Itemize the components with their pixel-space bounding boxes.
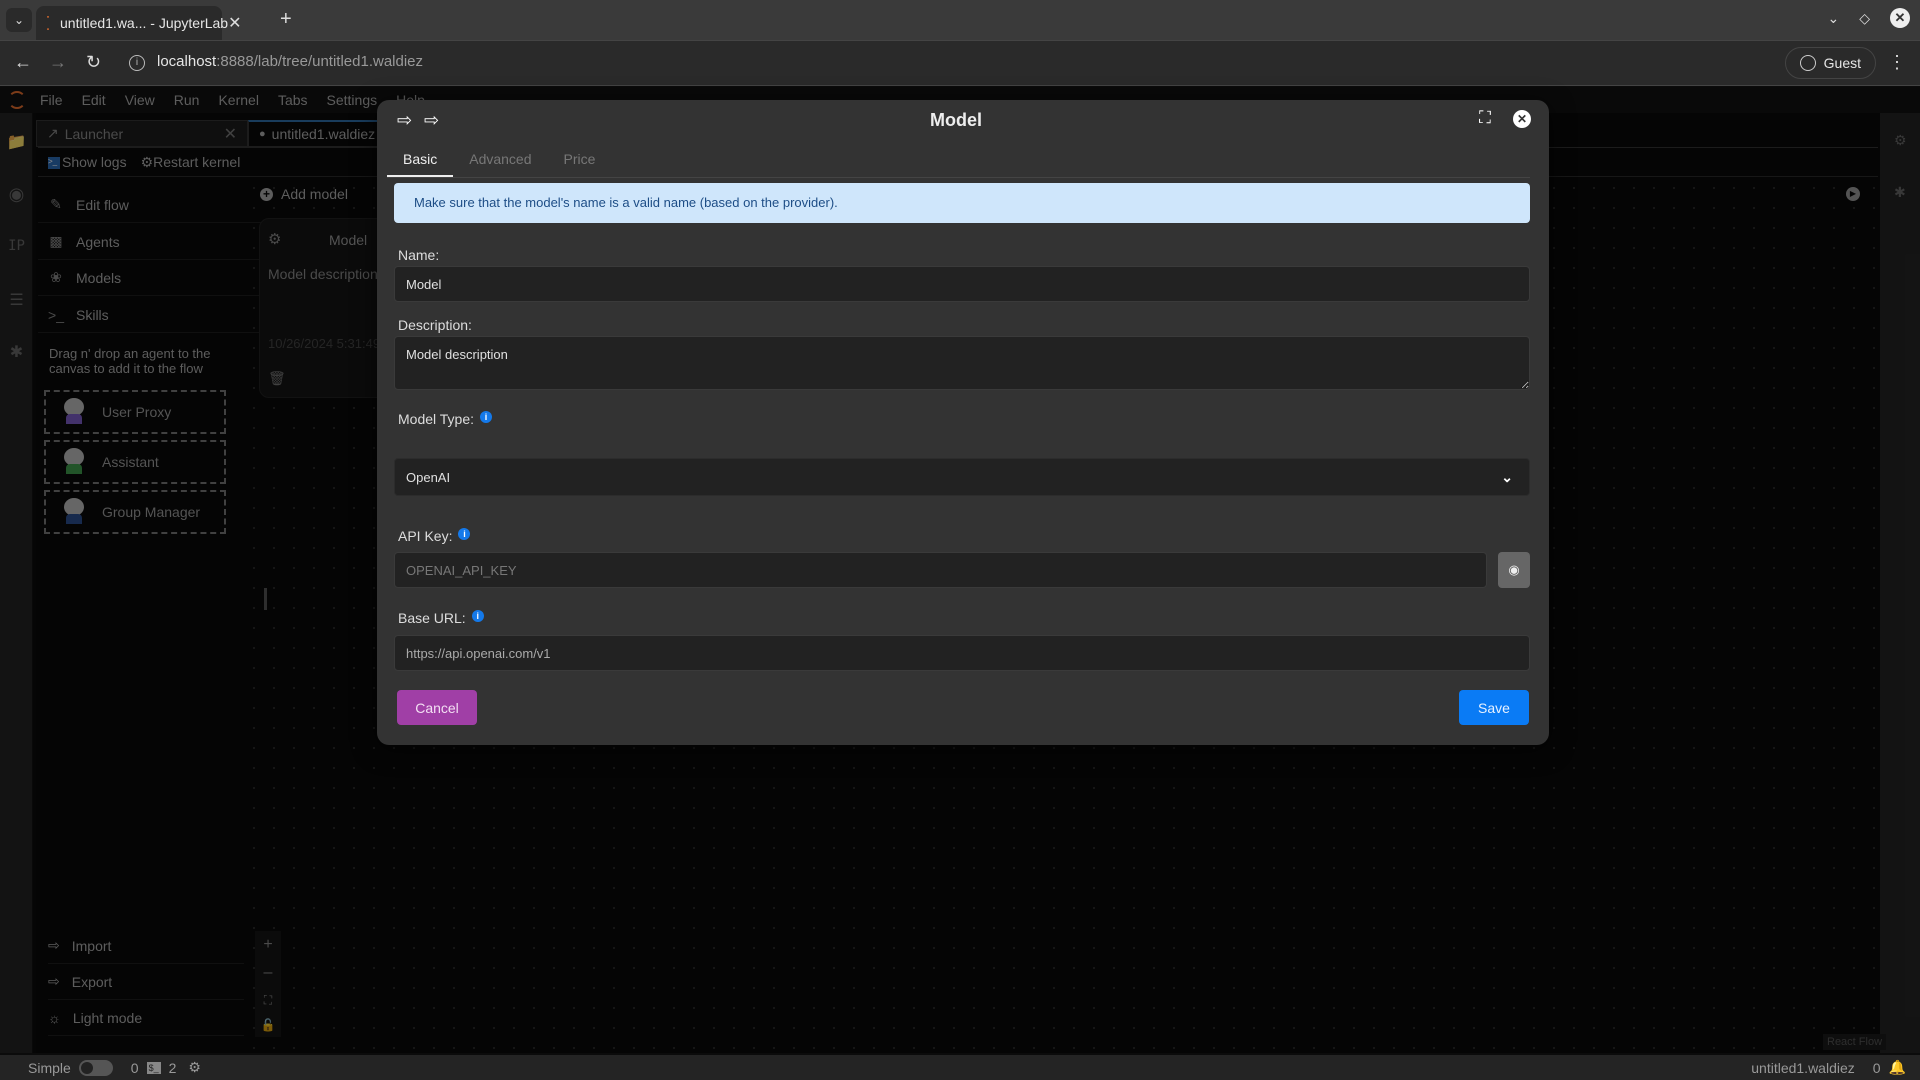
notification-count: 0 bbox=[1872, 1059, 1881, 1076]
tab-advanced[interactable]: Advanced bbox=[453, 146, 547, 177]
window-close-icon[interactable]: ✕ bbox=[1890, 8, 1910, 28]
info-alert: Make sure that the model's name is a val… bbox=[394, 183, 1530, 223]
profile-avatar-icon bbox=[1799, 55, 1816, 71]
profile-name: Guest bbox=[1823, 55, 1861, 71]
base-url-label-row: Base URL: i bbox=[398, 610, 484, 626]
info-icon[interactable]: i bbox=[458, 528, 471, 540]
model-type-label: Model Type: bbox=[398, 411, 475, 427]
url-host: localhost bbox=[157, 53, 217, 70]
model-type-value: OpenAI bbox=[406, 469, 451, 485]
description-textarea[interactable]: Model description bbox=[394, 336, 1530, 390]
browser-tab[interactable]: untitled1.wa... - JupyterLab ✕ bbox=[36, 6, 242, 40]
terminal-count[interactable]: 0 bbox=[131, 1060, 139, 1076]
profile-button[interactable]: Guest bbox=[1784, 47, 1876, 79]
chevron-down-icon: ⌄ bbox=[1501, 468, 1513, 485]
simple-mode-toggle[interactable] bbox=[78, 1059, 113, 1076]
bell-icon[interactable]: 🔔 bbox=[1889, 1059, 1906, 1076]
close-tab-icon[interactable]: ✕ bbox=[228, 13, 241, 33]
model-type-label-row: Model Type: i bbox=[398, 411, 493, 427]
kernel-chip-icon: ⚙ bbox=[188, 1059, 201, 1075]
tab-price[interactable]: Price bbox=[548, 146, 612, 177]
info-icon[interactable]: i bbox=[480, 411, 493, 423]
api-key-label: API Key: bbox=[398, 528, 453, 544]
new-tab-button[interactable]: + bbox=[280, 8, 292, 31]
terminal-icon: $_ bbox=[146, 1061, 161, 1074]
browser-tab-title: untitled1.wa... - JupyterLab bbox=[60, 15, 229, 31]
name-label: Name: bbox=[398, 247, 440, 263]
modal-tabs: Basic Advanced Price bbox=[387, 146, 1530, 178]
fullscreen-icon[interactable]: ⛶ bbox=[1479, 108, 1491, 128]
model-type-select[interactable]: OpenAI ⌄ bbox=[394, 458, 1530, 496]
mode-label: Simple bbox=[28, 1059, 71, 1076]
name-input[interactable] bbox=[394, 266, 1530, 302]
window-controls: ⌄ ◇ ✕ bbox=[1827, 8, 1910, 28]
tab-list-button[interactable]: ⌄ bbox=[6, 8, 32, 32]
minimize-icon[interactable]: ⌄ bbox=[1827, 10, 1839, 27]
status-filename: untitled1.waldiez bbox=[1751, 1059, 1855, 1076]
kernel-count[interactable]: 2 bbox=[169, 1060, 177, 1076]
base-url-input[interactable] bbox=[394, 635, 1530, 671]
reload-icon[interactable]: ↻ bbox=[86, 52, 101, 73]
info-icon[interactable]: i bbox=[471, 610, 484, 622]
jupyter-favicon-icon bbox=[46, 16, 50, 30]
close-modal-icon[interactable]: ✕ bbox=[1513, 110, 1531, 128]
url-field[interactable]: localhost:8888/lab/tree/untitled1.waldie… bbox=[157, 53, 423, 70]
maximize-icon[interactable]: ◇ bbox=[1859, 10, 1870, 27]
tab-basic[interactable]: Basic bbox=[387, 146, 454, 177]
base-url-label: Base URL: bbox=[398, 610, 466, 626]
api-key-input[interactable] bbox=[394, 552, 1487, 588]
forward-icon[interactable]: → bbox=[49, 52, 67, 73]
modal-title: Model bbox=[930, 110, 982, 130]
cancel-button[interactable]: Cancel bbox=[397, 690, 477, 725]
back-icon[interactable]: ← bbox=[14, 52, 32, 73]
description-label: Description: bbox=[398, 317, 472, 333]
api-key-label-row: API Key: i bbox=[398, 528, 471, 544]
site-info-icon[interactable]: i bbox=[129, 55, 145, 71]
url-path: :8888/lab/tree/untitled1.waldiez bbox=[216, 53, 424, 70]
toggle-visibility-icon[interactable]: ◉ bbox=[1498, 552, 1530, 588]
status-bar: Simple 0 $_ 2 ⚙ untitled1.waldiez 0 🔔 bbox=[0, 1055, 1920, 1080]
save-button[interactable]: Save bbox=[1459, 690, 1529, 725]
browser-menu-icon[interactable]: ⋮ bbox=[1888, 52, 1906, 73]
